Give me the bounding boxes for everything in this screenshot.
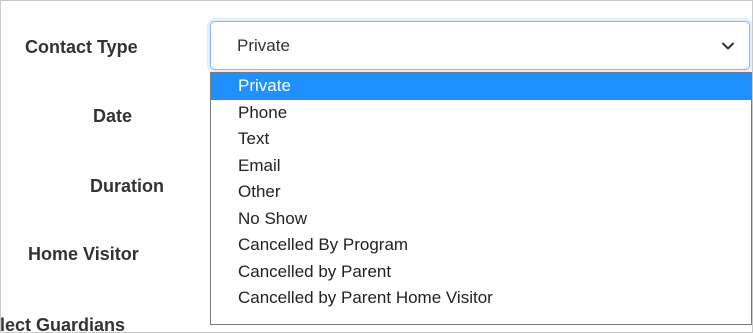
form-frame: Contact Type Date Duration Home Visitor … [0, 0, 753, 333]
duration-label: Duration [90, 176, 164, 196]
option-cancelled-by-program[interactable]: Cancelled By Program [211, 232, 751, 259]
option-phone[interactable]: Phone [211, 100, 751, 127]
option-cancelled-by-parent-home-visitor[interactable]: Cancelled by Parent Home Visitor [211, 285, 751, 312]
option-other[interactable]: Other [211, 179, 751, 206]
contact-type-dropdown-list: Private Phone Text Email Other No Show C… [210, 72, 752, 325]
option-private[interactable]: Private [211, 73, 751, 100]
contact-type-label: Contact Type [25, 37, 138, 57]
option-cancelled-by-parent[interactable]: Cancelled by Parent [211, 259, 751, 286]
option-email[interactable]: Email [211, 153, 751, 180]
date-label: Date [92, 106, 132, 126]
option-text[interactable]: Text [211, 126, 751, 153]
chevron-down-icon [722, 42, 734, 50]
option-no-show[interactable]: No Show [211, 206, 751, 233]
contact-type-select[interactable]: Private [210, 21, 750, 70]
select-guardians-label: lect Guardians [0, 315, 126, 333]
home-visitor-label: Home Visitor [28, 244, 139, 264]
contact-type-select-value: Private [237, 36, 290, 55]
